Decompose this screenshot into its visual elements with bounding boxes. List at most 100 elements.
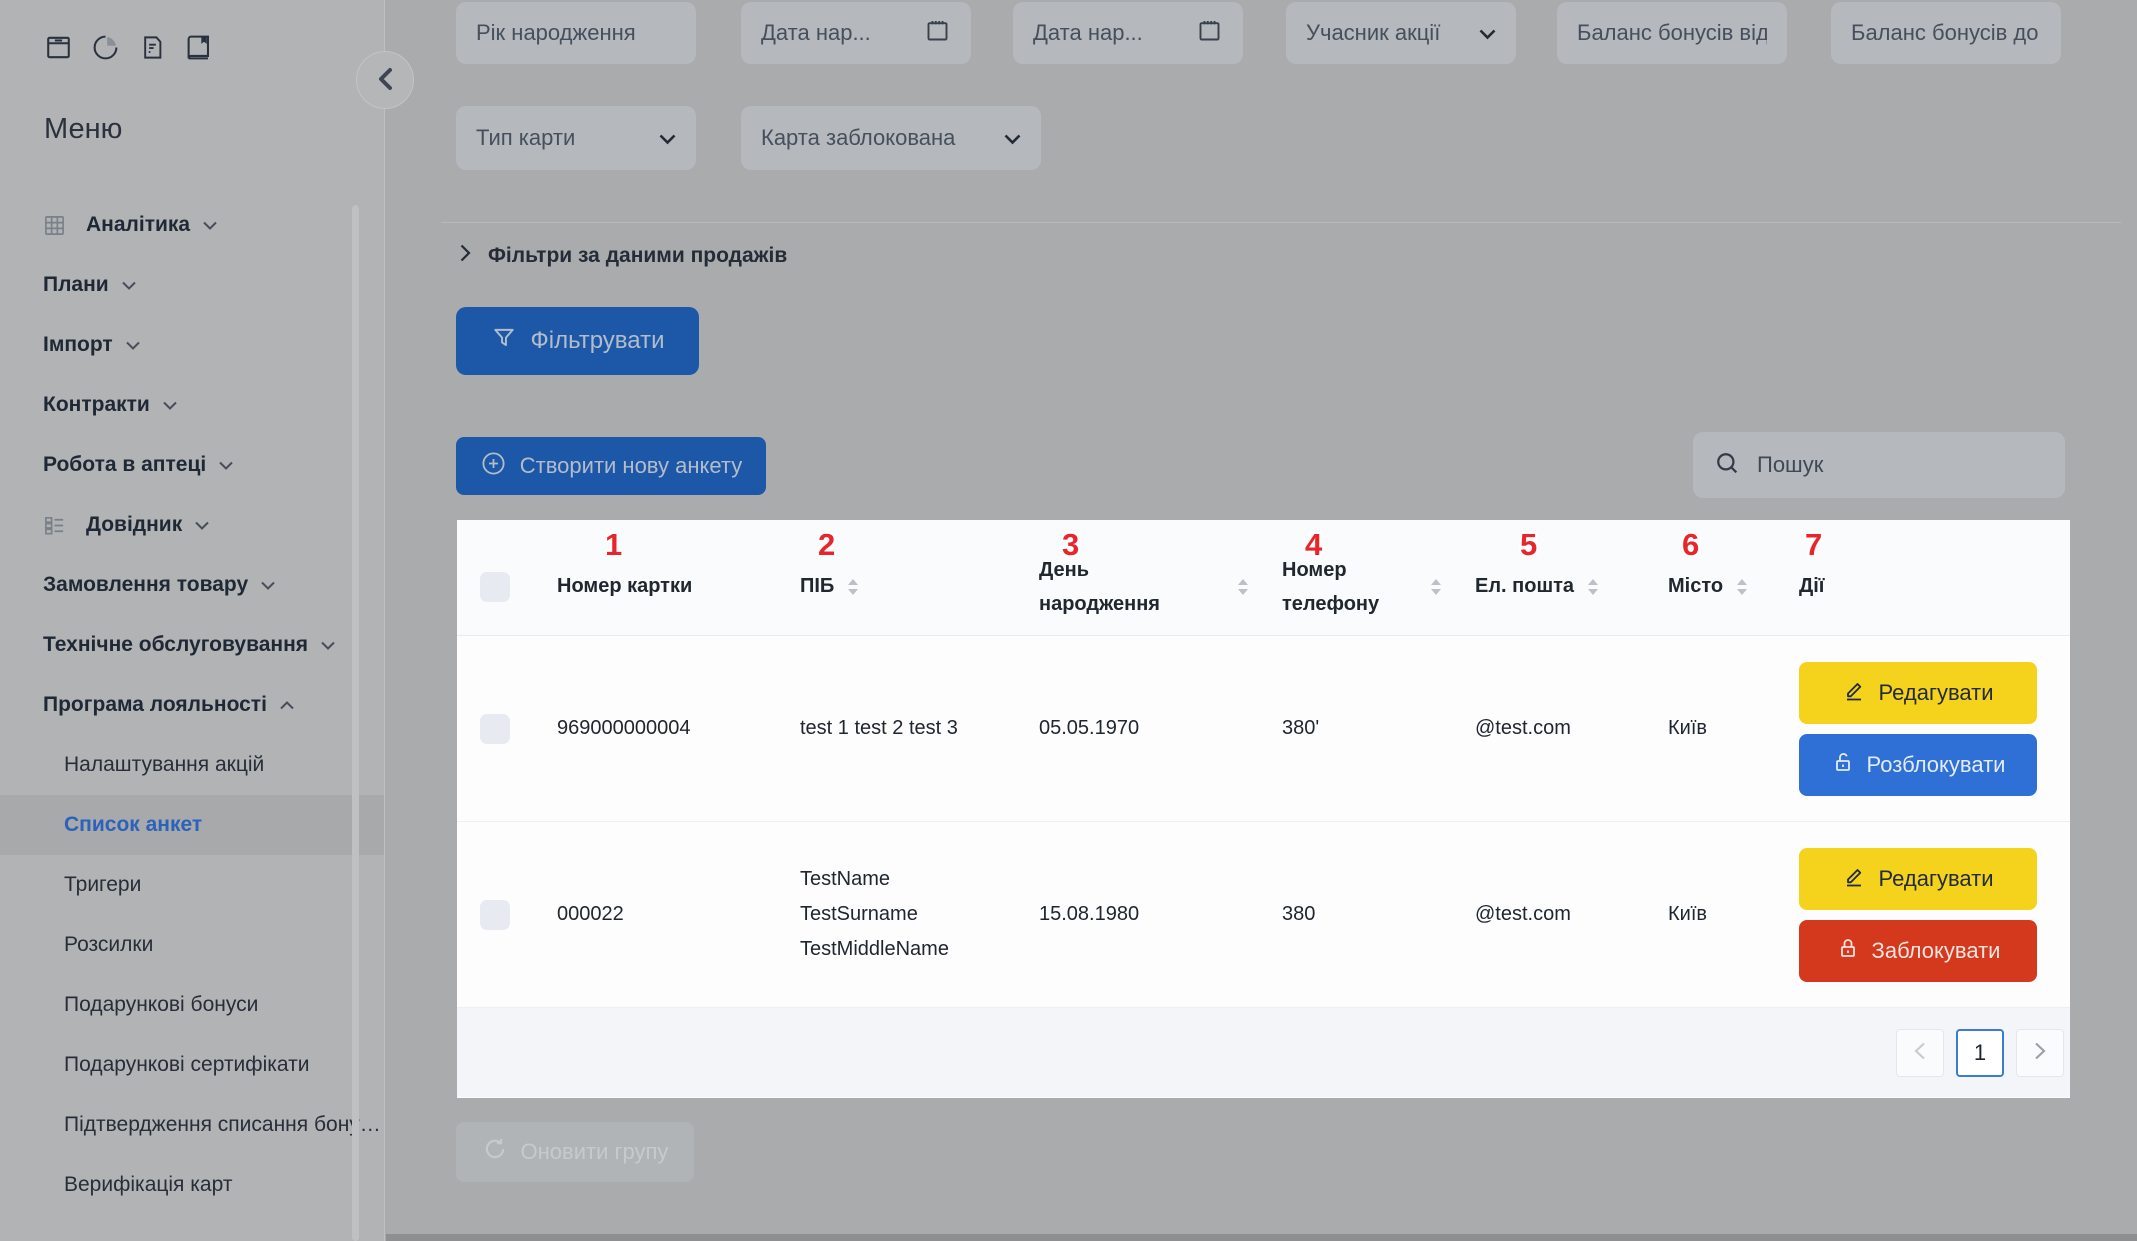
edit-button[interactable]: Редагувати [1799,661,2037,724]
sales-filters-toggle-label: Фільтри за даними продажів [488,244,788,267]
annotation-1: 1 [605,527,623,562]
pagination-prev-button[interactable] [1896,1028,1944,1077]
sidebar-item-label: Технічне обслуговування [43,633,309,656]
sidebar-item-label: Аналітика [86,213,191,236]
sidebar-item-label: Довідник [86,513,183,536]
sidebar-item-plans[interactable]: Плани [0,255,384,315]
create-questionnaire-button[interactable]: Створити нову анкету [456,437,766,495]
year-of-birth-input-field[interactable] [476,20,676,46]
bonus-balance-from-field[interactable] [1577,20,1767,46]
chevron-down-icon [163,401,177,410]
birth-date-from-field[interactable]: Дата нар... [741,2,971,64]
pagination-page-current[interactable]: 1 [1956,1028,2004,1077]
bonus-balance-from-input[interactable] [1557,2,1787,64]
edit-button[interactable]: Редагувати [1799,847,2037,910]
lock-button[interactable]: Заблокувати [1799,919,2037,982]
chevron-up-icon [280,700,294,710]
cell-card-number: 000022 [557,903,624,925]
sidebar-item-maintenance[interactable]: Технічне обслуговування [0,615,384,675]
sidebar-item-import[interactable]: Імпорт [0,315,384,375]
plus-circle-icon [480,450,507,483]
sidebar-subitem-triggers[interactable]: Тригери [0,855,384,915]
row-checkbox[interactable] [480,899,510,930]
row-checkbox[interactable] [480,713,510,744]
header-phone[interactable]: Номер телефону [1282,553,1475,621]
sidebar-item-label: Робота в аптеці [43,453,207,476]
sidebar-item-pharmacy-work[interactable]: Робота в аптеці [0,435,384,495]
sidebar-item-label: Замовлення товару [43,573,249,596]
section-divider [441,222,2121,223]
document-icon[interactable] [138,32,167,63]
card-blocked-select[interactable]: Карта заблокована [741,106,1041,170]
annotation-2: 2 [818,527,836,562]
chevron-down-icon [659,125,676,151]
cell-birthday: 15.08.1980 [1039,903,1140,925]
sidebar-item-label: Програма лояльності [43,693,267,716]
sidebar-item-label: Імпорт [43,333,113,356]
pie-chart-icon[interactable] [91,32,120,63]
sidebar-item-goods-order[interactable]: Замовлення товару [0,555,384,615]
sidebar-collapse-button[interactable] [356,51,414,109]
filter-button-label: Фільтрувати [530,327,665,354]
sidebar-item-analytics[interactable]: Аналітика [0,195,384,255]
sidebar-subitem-label: Розсилки [64,933,154,956]
chevron-down-icon [321,641,335,650]
sidebar-subitem-questionnaire-list[interactable]: Список анкет [0,795,384,855]
header-email[interactable]: Ел. пошта [1475,575,1668,598]
sidebar-item-label: Плани [43,273,109,296]
sidebar-subitem-label: Подарункові бонуси [64,993,259,1016]
birth-date-to-placeholder: Дата нар... [1033,20,1143,45]
search-box[interactable] [1693,432,2065,498]
header-full-name[interactable]: ПІБ [800,575,1039,598]
grid-icon [43,214,66,237]
birth-date-from-placeholder: Дата нар... [761,20,871,45]
bonus-balance-to-field[interactable] [1851,20,2041,46]
sidebar-item-directory[interactable]: Довідник [0,495,384,555]
promo-participant-select[interactable]: Учасник акції [1286,2,1516,64]
sidebar-subitem-bonus-writeoff-confirmation[interactable]: Підтвердження списання бону… [0,1095,384,1155]
sidebar-subitem-gift-bonuses[interactable]: Подарункові бонуси [0,975,384,1035]
header-city[interactable]: Місто [1668,575,1799,598]
sales-filters-toggle[interactable]: Фільтри за даними продажів [460,244,787,268]
sort-icon[interactable] [1588,578,1599,595]
archive-icon[interactable] [44,32,73,63]
annotation-3: 3 [1062,527,1080,562]
unlock-button[interactable]: Розблокувати [1799,733,2037,796]
sidebar-subitem-label: Список анкет [64,813,203,836]
sort-icon[interactable] [848,578,859,595]
sidebar-scrollbar[interactable] [352,205,359,1241]
horizontal-scrollbar[interactable] [386,1234,2137,1241]
sort-icon[interactable] [1737,578,1748,595]
sidebar-item-label: Контракти [43,393,150,416]
header-birthday[interactable]: День народження [1039,553,1282,621]
cell-actions: Редагувати Розблокувати [1799,661,2070,796]
create-questionnaire-label: Створити нову анкету [519,453,743,478]
sidebar-subitem-gift-certificates[interactable]: Подарункові сертифікати [0,1035,384,1095]
search-input[interactable] [1755,451,2045,479]
promo-participant-placeholder: Учасник акції [1306,20,1441,45]
birth-date-to-field[interactable]: Дата нар... [1013,2,1243,64]
sidebar-subitem-mailings[interactable]: Розсилки [0,915,384,975]
cell-birthday: 05.05.1970 [1039,717,1140,739]
sidebar-item-loyalty-program[interactable]: Програма лояльності [0,675,384,735]
cell-full-name: TestName TestSurname TestMiddleName [800,868,949,960]
filter-button[interactable]: Фільтрувати [456,307,699,375]
sidebar-subitem-promo-settings[interactable]: Налаштування акцій [0,735,384,795]
chevron-down-icon [126,341,140,350]
card-type-select[interactable]: Тип карти [456,106,696,170]
pagination-next-button[interactable] [2016,1028,2064,1077]
update-group-button[interactable]: Оновити групу [456,1122,694,1182]
chevron-right-icon [460,244,471,268]
cell-city: Київ [1668,717,1708,739]
sidebar-item-contracts[interactable]: Контракти [0,375,384,435]
chevron-down-icon [261,581,275,590]
book-icon[interactable] [185,32,214,63]
bonus-balance-to-input[interactable] [1831,2,2061,64]
sidebar-menu: Аналітика Плани Імпорт Контракти Робота … [0,195,384,1215]
select-all-checkbox[interactable] [480,571,510,602]
annotation-7: 7 [1805,527,1823,562]
sort-icon[interactable] [1431,578,1441,595]
sidebar-subitem-card-verification[interactable]: Верифікація карт [0,1155,384,1215]
sort-icon[interactable] [1238,578,1248,595]
year-of-birth-input[interactable] [456,2,696,64]
